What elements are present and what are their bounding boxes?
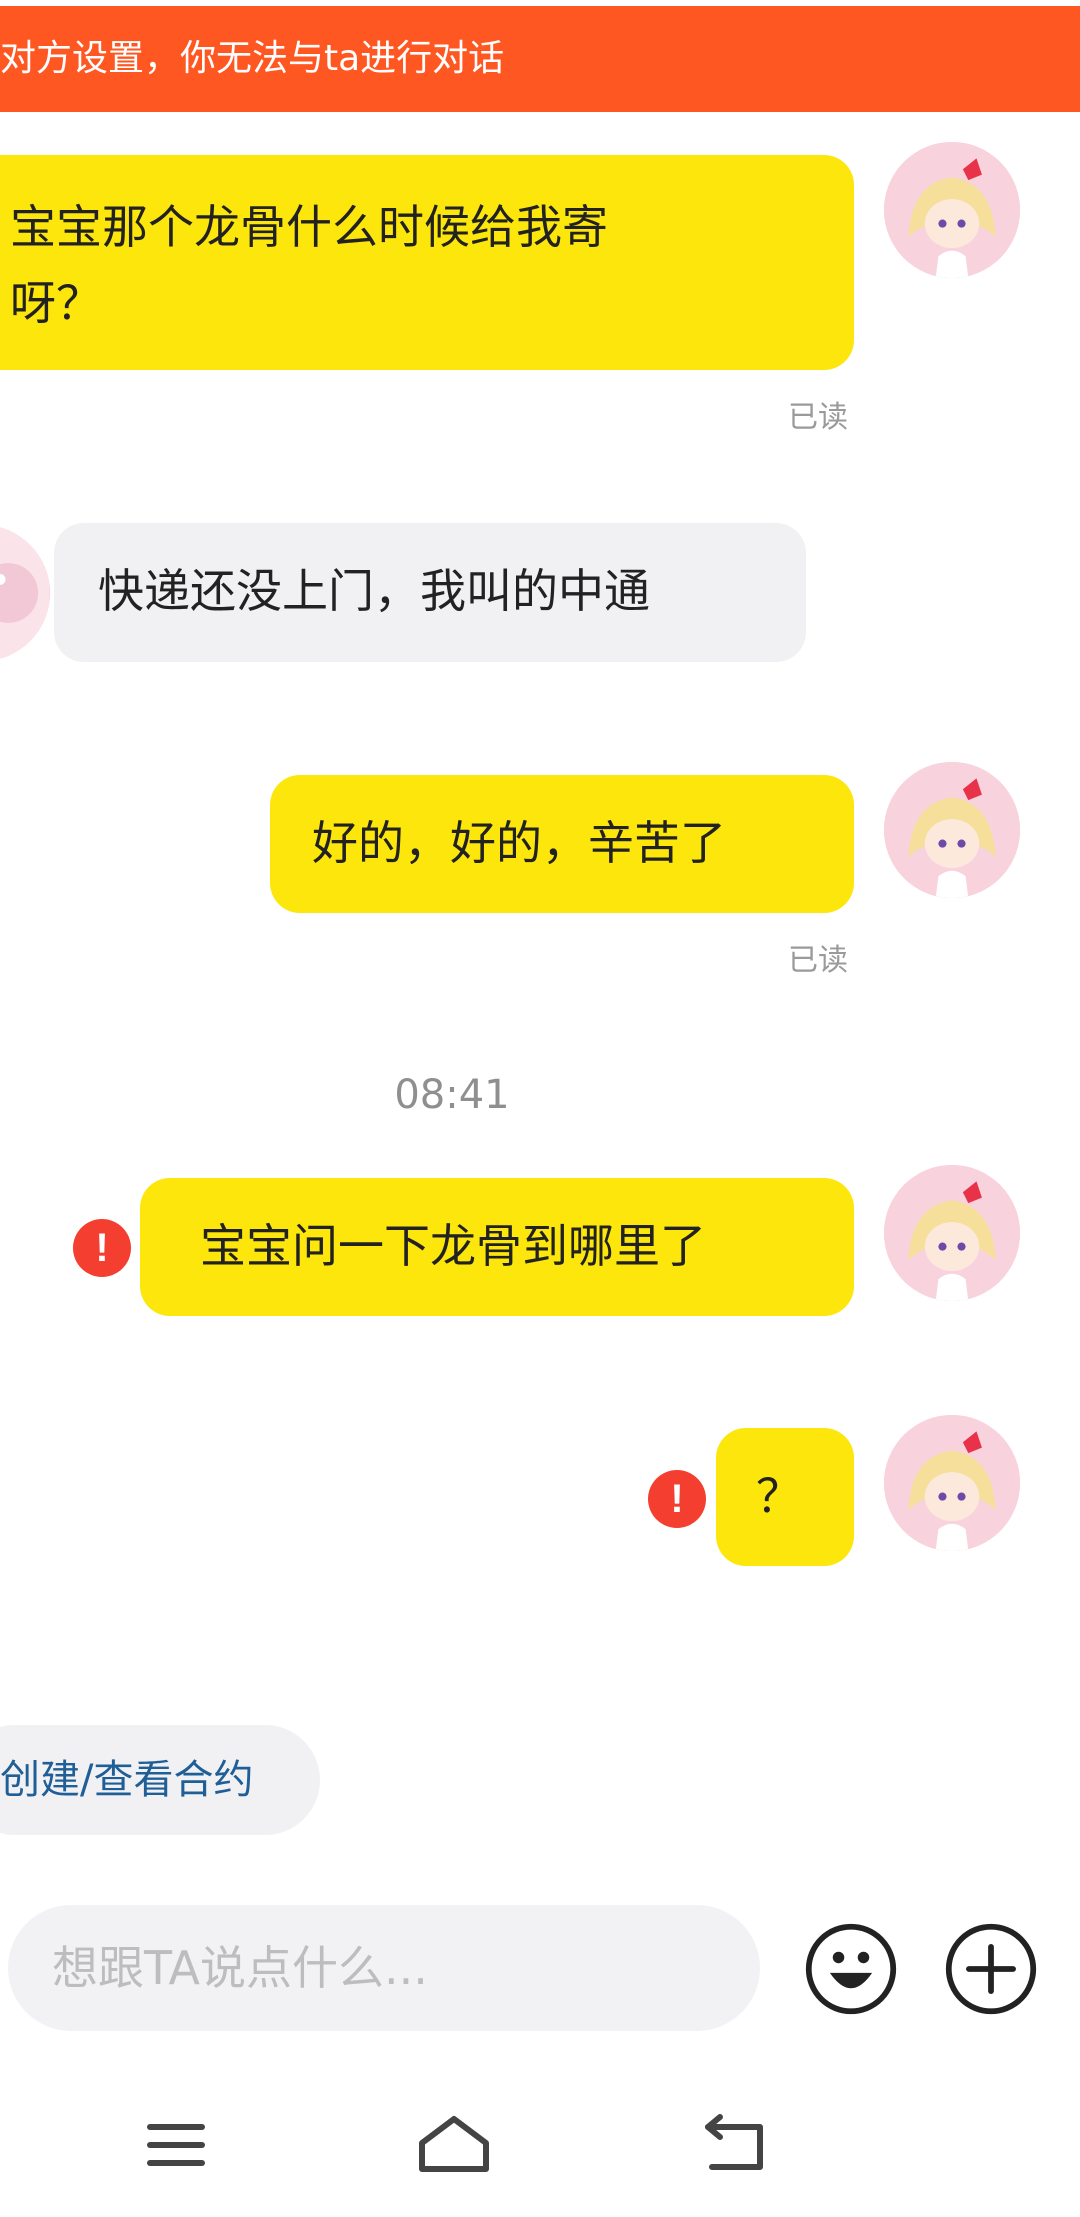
back-icon	[705, 2114, 763, 2170]
my-avatar[interactable]	[884, 142, 1020, 278]
my-avatar[interactable]	[884, 762, 1020, 898]
send-failed-icon[interactable]: !	[73, 1219, 131, 1277]
my-message-bubble[interactable]: 宝宝问一下龙骨到哪里了	[140, 1178, 854, 1316]
my-message-bubble[interactable]: 宝宝那个龙骨什么时候给我寄 呀？	[0, 155, 854, 370]
menu-icon	[147, 2124, 205, 2166]
my-avatar[interactable]	[884, 1165, 1020, 1301]
partner-avatar[interactable]	[0, 525, 50, 661]
emoji-button[interactable]	[803, 1921, 899, 2017]
message-timestamp: 08:41	[394, 1072, 510, 1118]
back-nav-button[interactable]	[686, 2105, 782, 2185]
plus-button[interactable]	[943, 1921, 1039, 2017]
contract-chip-button[interactable]: 创建/查看合约	[0, 1725, 320, 1835]
anime-avatar-icon	[884, 1415, 1020, 1551]
anime-avatar-icon	[884, 762, 1020, 898]
message-input[interactable]	[8, 1905, 760, 2031]
my-message-bubble[interactable]: 好的，好的，辛苦了	[270, 775, 854, 913]
message-text-line1: 宝宝那个龙骨什么时候给我寄	[10, 200, 608, 254]
read-status: 已读	[788, 943, 848, 978]
banner-text: 对方设置，你无法与ta进行对话	[0, 38, 505, 79]
message-text: 宝宝问一下龙骨到哪里了	[200, 1219, 706, 1273]
emoji-icon	[805, 1923, 897, 2015]
message-text: 好的，好的，辛苦了	[312, 816, 726, 870]
home-nav-button[interactable]	[406, 2105, 502, 2185]
message-text: 快递还没上门，我叫的中通	[98, 564, 650, 618]
partner-message-bubble[interactable]: 快递还没上门，我叫的中通	[54, 523, 806, 662]
message-text-line2: 呀？	[10, 276, 102, 330]
my-avatar[interactable]	[884, 1415, 1020, 1551]
send-failed-icon[interactable]: !	[648, 1470, 706, 1528]
read-status: 已读	[788, 400, 848, 435]
menu-nav-button[interactable]	[128, 2105, 224, 2185]
anime-avatar-icon	[884, 1165, 1020, 1301]
blocked-notice-banner: 对方设置，你无法与ta进行对话	[0, 6, 1080, 112]
anime-avatar-icon	[884, 142, 1020, 278]
home-icon	[419, 2116, 489, 2172]
message-text: ？	[756, 1469, 802, 1523]
plus-icon	[945, 1923, 1037, 2015]
partner-avatar-icon	[0, 525, 49, 661]
my-message-bubble[interactable]: ？	[716, 1428, 854, 1566]
